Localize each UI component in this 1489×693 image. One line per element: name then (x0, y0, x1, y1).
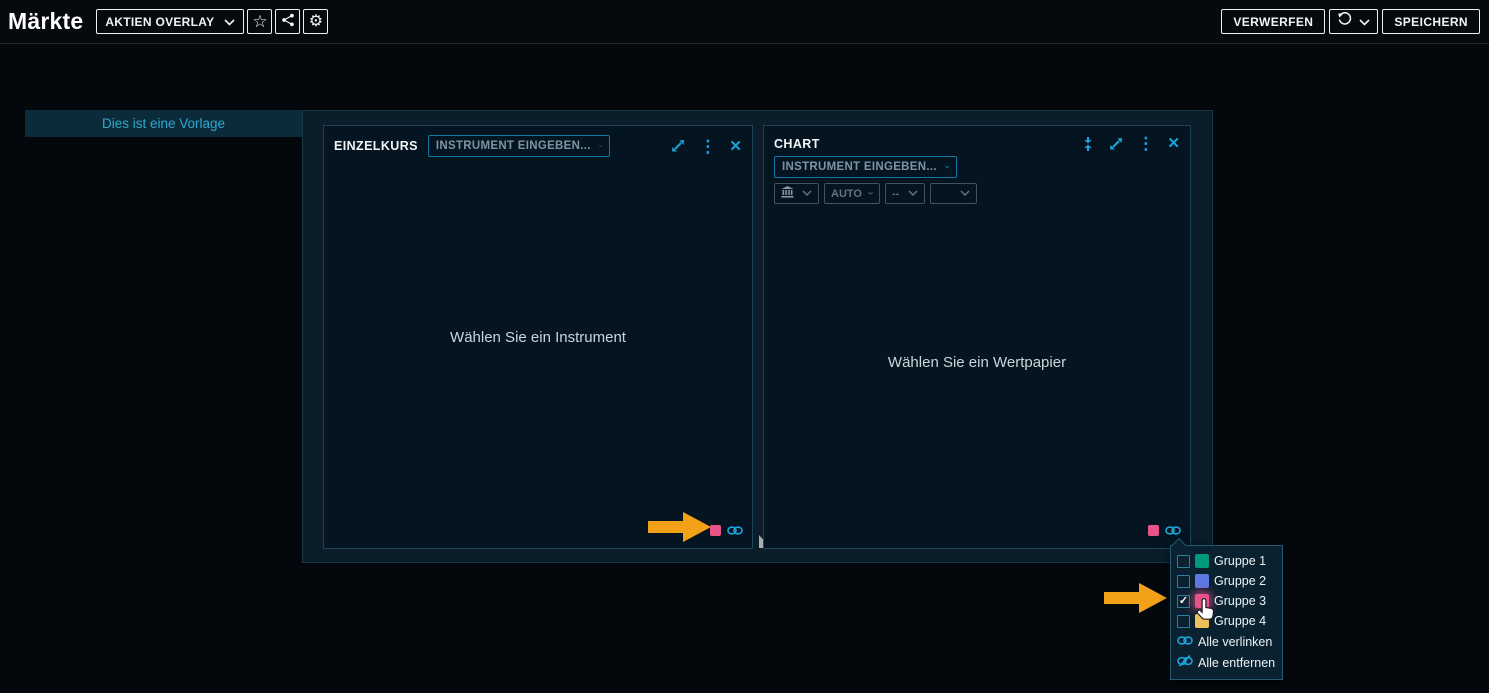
discard-button[interactable]: VERWERFEN (1221, 9, 1325, 34)
group-4-checkbox[interactable] (1177, 615, 1190, 628)
chart-title: CHART (774, 137, 820, 151)
einzelkurs-footer (710, 525, 743, 536)
adjustment-value: -- (892, 188, 899, 200)
einzelkurs-header: EINZELKURS INSTRUMENT EINGEBEN... ⋮ ✕ (324, 126, 752, 161)
group-4-swatch (1195, 614, 1209, 628)
link-off-icon (1177, 654, 1193, 672)
expand-icon[interactable] (1108, 136, 1124, 152)
chart-body: Wählen Sie ein Wertpapier (764, 216, 1190, 508)
chart-footer (1148, 525, 1181, 536)
group-3-checkbox[interactable]: ✓ (1177, 595, 1190, 608)
history-dropdown-button[interactable] (1329, 9, 1378, 34)
extra-select[interactable] (930, 183, 977, 204)
adjustment-select[interactable]: -- (885, 183, 925, 204)
chevron-down-icon (1359, 13, 1370, 31)
layout-select[interactable]: AKTIEN OVERLAY (96, 9, 244, 34)
chevron-down-icon (908, 190, 918, 197)
interval-select[interactable]: AUTO (824, 183, 880, 204)
settings-button[interactable]: ⚙ (303, 9, 328, 34)
bank-icon (781, 186, 794, 201)
gear-icon: ⚙ (309, 14, 323, 30)
chart-toolbar: AUTO -- (764, 178, 1190, 204)
link-icon (1177, 633, 1193, 651)
group-1-label: Gruppe 1 (1214, 554, 1266, 568)
group-row-3[interactable]: ✓ Gruppe 3 (1177, 591, 1276, 611)
chart-instrument-row: INSTRUMENT EINGEBEN... (764, 156, 1190, 178)
share-icon (281, 13, 295, 31)
einzelkurs-empty-message: Wählen Sie ein Instrument (450, 329, 626, 346)
link-group-icon[interactable] (727, 525, 743, 536)
chart-instrument-placeholder: INSTRUMENT EINGEBEN... (782, 161, 937, 173)
group-3-label: Gruppe 3 (1214, 594, 1266, 608)
annotation-arrow (1104, 583, 1168, 613)
group-row-1[interactable]: Gruppe 1 (1177, 551, 1276, 571)
chevron-down-icon (599, 142, 602, 150)
link-group-icon[interactable] (1165, 525, 1181, 536)
chevron-down-icon (802, 190, 812, 197)
save-button-label: SPEICHERN (1394, 15, 1468, 29)
chevron-down-icon (945, 163, 949, 171)
group-3-swatch (1195, 594, 1209, 608)
app-header: Märkte AKTIEN OVERLAY ☆ ⚙ VERWERFE (0, 0, 1489, 44)
link-all-label: Alle verlinken (1198, 635, 1272, 649)
collapse-icon[interactable] (1081, 136, 1095, 152)
history-icon (1337, 11, 1353, 32)
group-row-2[interactable]: Gruppe 2 (1177, 571, 1276, 591)
expand-icon[interactable] (670, 138, 686, 154)
discard-button-label: VERWERFEN (1233, 15, 1313, 29)
chart-instrument-select[interactable]: INSTRUMENT EINGEBEN... (774, 156, 957, 178)
group-color-swatch[interactable] (1148, 525, 1159, 536)
einzelkurs-instrument-select[interactable]: INSTRUMENT EINGEBEN... (428, 135, 610, 157)
check-icon: ✓ (1179, 596, 1188, 607)
group-link-popup: Gruppe 1 Gruppe 2 ✓ Gruppe 3 Gruppe 4 (1170, 545, 1283, 680)
app-window: Märkte AKTIEN OVERLAY ☆ ⚙ VERWERFE (0, 0, 1489, 693)
template-tab-label: Dies ist eine Vorlage (102, 116, 225, 131)
group-color-swatch[interactable] (710, 525, 721, 536)
panel-einzelkurs: EINZELKURS INSTRUMENT EINGEBEN... ⋮ ✕ (323, 125, 753, 549)
link-all-action[interactable]: Alle verlinken (1177, 632, 1276, 652)
group-1-swatch (1195, 554, 1209, 568)
group-2-checkbox[interactable] (1177, 575, 1190, 588)
chevron-down-icon (868, 190, 873, 197)
group-row-4[interactable]: Gruppe 4 (1177, 611, 1276, 631)
einzelkurs-instrument-placeholder: INSTRUMENT EINGEBEN... (436, 140, 591, 152)
kebab-menu-icon[interactable]: ⋮ (1137, 135, 1154, 152)
interval-value: AUTO (831, 188, 862, 200)
close-icon[interactable]: ✕ (1167, 136, 1180, 151)
layout-select-value: AKTIEN OVERLAY (105, 15, 214, 29)
favorite-button[interactable]: ☆ (247, 9, 272, 34)
exchange-select[interactable] (774, 183, 819, 204)
einzelkurs-header-icons: ⋮ ✕ (670, 138, 742, 155)
chart-header: CHART (764, 126, 1190, 154)
star-icon: ☆ (252, 13, 267, 30)
page-title: Märkte (8, 8, 83, 35)
unlink-all-action[interactable]: Alle entfernen (1177, 653, 1276, 673)
kebab-menu-icon[interactable]: ⋮ (699, 138, 716, 155)
group-1-checkbox[interactable] (1177, 555, 1190, 568)
group-2-label: Gruppe 2 (1214, 574, 1266, 588)
group-4-label: Gruppe 4 (1214, 614, 1266, 628)
chevron-down-icon (960, 190, 970, 197)
group-2-swatch (1195, 574, 1209, 588)
share-button[interactable] (275, 9, 300, 34)
save-button[interactable]: SPEICHERN (1382, 9, 1480, 34)
workspace: EINZELKURS INSTRUMENT EINGEBEN... ⋮ ✕ (302, 110, 1213, 563)
chevron-down-icon (224, 15, 235, 29)
panel-chart: CHART (763, 125, 1191, 549)
einzelkurs-title: EINZELKURS (334, 139, 418, 153)
close-icon[interactable]: ✕ (729, 139, 742, 154)
unlink-all-label: Alle entfernen (1198, 656, 1275, 670)
chart-header-icons: ⋮ ✕ (1081, 135, 1180, 152)
template-tab[interactable]: Dies ist eine Vorlage (25, 110, 302, 137)
chart-empty-message: Wählen Sie ein Wertpapier (888, 354, 1066, 371)
einzelkurs-body: Wählen Sie ein Instrument (324, 166, 752, 508)
